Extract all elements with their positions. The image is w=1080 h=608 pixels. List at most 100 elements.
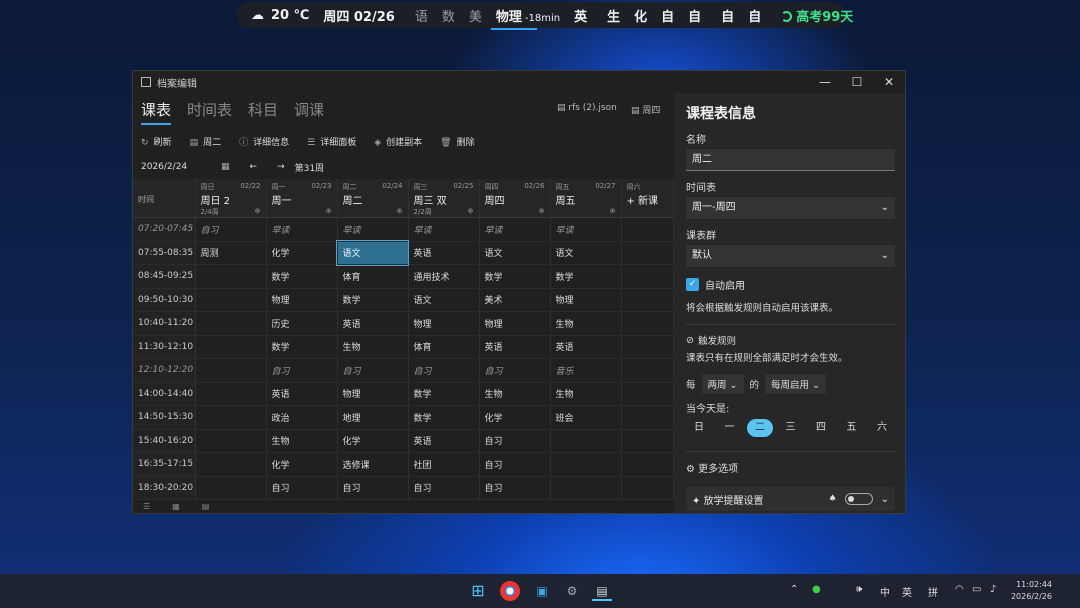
- weekday-toggle[interactable]: 六: [869, 419, 895, 437]
- course-cell[interactable]: 语文: [408, 288, 480, 312]
- wechat-icon[interactable]: ●: [812, 584, 821, 595]
- day-column-header[interactable]: 周日 02/22 周日 2 2/4周 ⊕: [195, 179, 267, 218]
- add-course-header[interactable]: 周六 + 新课: [621, 179, 674, 218]
- course-cell[interactable]: [621, 241, 674, 265]
- course-cell[interactable]: 生物: [479, 382, 551, 406]
- course-cell[interactable]: 早读: [337, 217, 409, 242]
- course-cell[interactable]: [195, 405, 267, 430]
- course-cell[interactable]: 英语: [550, 335, 622, 359]
- course-cell[interactable]: 数学: [408, 405, 480, 430]
- minimize-icon[interactable]: —: [809, 71, 841, 93]
- course-cell[interactable]: 音乐: [550, 358, 622, 383]
- course-cell[interactable]: [621, 288, 674, 312]
- course-cell[interactable]: 化学: [266, 241, 338, 265]
- course-cell[interactable]: 自习: [266, 476, 338, 500]
- duplicate-button[interactable]: ◈ 创建副本: [374, 135, 422, 148]
- title-bar[interactable]: 档案编辑: [133, 71, 905, 93]
- tab-timetable[interactable]: 时间表: [187, 99, 232, 120]
- app-icon[interactable]: ▣: [532, 581, 552, 601]
- course-cell[interactable]: [550, 476, 622, 500]
- course-cell[interactable]: [621, 264, 674, 289]
- course-cell[interactable]: [621, 311, 674, 336]
- course-cell[interactable]: 数学: [337, 288, 409, 312]
- course-cell[interactable]: 自习: [479, 476, 551, 500]
- course-cell[interactable]: [195, 429, 267, 453]
- weekday-toggle[interactable]: 五: [839, 419, 865, 437]
- day-column-header[interactable]: 周三 02/25 周三 双 2/2周 ⊕: [408, 179, 480, 218]
- weekday-toggle[interactable]: 三: [778, 419, 804, 437]
- course-cell[interactable]: 化学: [266, 452, 338, 477]
- course-cell[interactable]: 早读: [550, 217, 622, 242]
- course-cell[interactable]: [195, 382, 267, 406]
- timetable-select[interactable]: 周一-周四 ⌄: [686, 197, 895, 219]
- course-cell[interactable]: 班会: [550, 405, 622, 430]
- prev-week-icon[interactable]: ←: [250, 162, 258, 172]
- weekday-toggle[interactable]: 日: [686, 419, 712, 437]
- course-cell[interactable]: 数学: [408, 382, 480, 406]
- course-cell[interactable]: 化学: [479, 405, 551, 430]
- auto-enable-checkbox[interactable]: ✓ 自动启用: [686, 277, 895, 292]
- course-cell[interactable]: 英语: [408, 241, 480, 265]
- course-cell[interactable]: 语文: [479, 241, 551, 265]
- weekday-toggle[interactable]: 二: [747, 419, 773, 437]
- tab-swap[interactable]: 调课: [294, 99, 324, 120]
- course-cell[interactable]: 历史: [266, 311, 338, 336]
- start-icon[interactable]: ⊞: [468, 581, 488, 601]
- course-cell[interactable]: 社团: [408, 452, 480, 477]
- course-cell[interactable]: 周测: [195, 241, 267, 265]
- ime-mode-icon[interactable]: 中: [880, 584, 890, 599]
- course-cell[interactable]: 数学: [550, 264, 622, 289]
- course-cell[interactable]: 早读: [408, 217, 480, 242]
- course-cell[interactable]: 自习: [408, 476, 480, 500]
- ime-lang[interactable]: 英: [902, 584, 912, 599]
- course-cell[interactable]: 化学: [337, 429, 409, 453]
- course-cell[interactable]: 体育: [337, 264, 409, 289]
- gear-icon[interactable]: ⚙: [562, 581, 582, 601]
- course-cell[interactable]: 物理: [266, 288, 338, 312]
- delete-button[interactable]: 🗑 删除: [440, 135, 474, 148]
- course-cell[interactable]: 语文: [336, 240, 409, 266]
- course-cell[interactable]: [195, 288, 267, 312]
- course-cell[interactable]: [550, 452, 622, 477]
- day-column-header[interactable]: 周一 02/23 周一 ⊕: [266, 179, 338, 218]
- course-cell[interactable]: 通用技术: [408, 264, 480, 289]
- table-icon[interactable]: ▤: [202, 502, 210, 511]
- clock[interactable]: 11:02:44 2026/2/26: [1011, 579, 1052, 603]
- course-cell[interactable]: [621, 429, 674, 453]
- maximize-icon[interactable]: ☐: [841, 71, 873, 93]
- chrome-icon[interactable]: [500, 581, 520, 601]
- grid-icon[interactable]: ▦: [172, 502, 180, 511]
- course-cell[interactable]: [195, 335, 267, 359]
- weekday-toggle[interactable]: 一: [717, 419, 743, 437]
- chevron-down-icon[interactable]: ⌄: [881, 494, 889, 505]
- course-cell[interactable]: [621, 217, 674, 242]
- course-cell[interactable]: [621, 476, 674, 500]
- dismissal-reminder-row[interactable]: ✦ 放学提醒设置 ♠ ⌄: [686, 487, 895, 511]
- course-cell[interactable]: 生物: [550, 382, 622, 406]
- course-cell[interactable]: 自习: [479, 452, 551, 477]
- course-cell[interactable]: 英语: [337, 311, 409, 336]
- date-picker[interactable]: 2026/2/24: [141, 162, 221, 172]
- name-input[interactable]: 周二: [686, 149, 895, 171]
- course-cell[interactable]: 数学: [266, 335, 338, 359]
- course-cell[interactable]: 物理: [337, 382, 409, 406]
- course-cell[interactable]: [621, 358, 674, 383]
- course-cell[interactable]: [550, 429, 622, 453]
- chevron-up-icon[interactable]: ⌃: [790, 584, 798, 595]
- course-cell[interactable]: [621, 405, 674, 430]
- tuesday-button[interactable]: ▤ 周二: [190, 135, 222, 148]
- course-cell[interactable]: 早读: [479, 217, 551, 242]
- weekday-toggle[interactable]: 四: [808, 419, 834, 437]
- course-cell[interactable]: 自习: [479, 358, 551, 383]
- day-column-header[interactable]: 周五 02/27 周五 ⊕: [550, 179, 622, 218]
- close-icon[interactable]: ✕: [873, 71, 905, 93]
- course-cell[interactable]: 政治: [266, 405, 338, 430]
- ime-pinyin[interactable]: 拼: [928, 584, 938, 599]
- wifi-icon[interactable]: ◠: [955, 584, 964, 595]
- battery-icon[interactable]: ▭: [972, 584, 981, 595]
- course-cell[interactable]: [195, 452, 267, 477]
- course-cell[interactable]: 美术: [479, 288, 551, 312]
- cycle-select[interactable]: 两周 ⌄: [701, 374, 744, 394]
- list-icon[interactable]: ☰: [143, 502, 150, 511]
- cycle2-select[interactable]: 每周启用 ⌄: [765, 374, 827, 394]
